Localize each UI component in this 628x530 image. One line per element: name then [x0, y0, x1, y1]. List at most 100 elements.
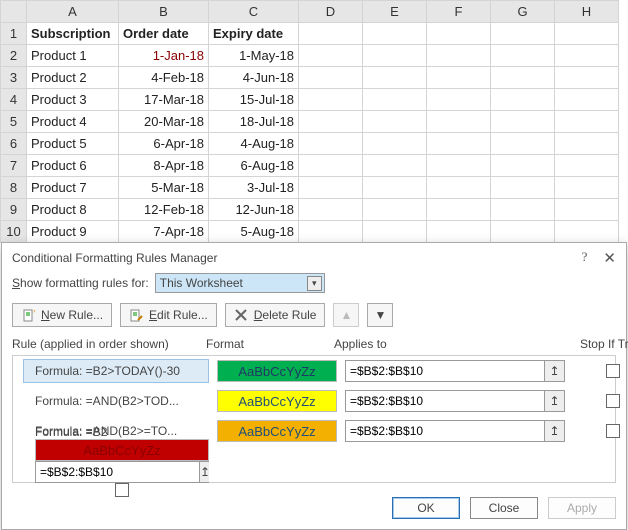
applies-to-field[interactable]: ↥ — [345, 360, 565, 382]
cell[interactable] — [555, 155, 619, 177]
table-row[interactable]: 10Product 97-Apr-185-Aug-18 — [1, 221, 619, 243]
cell[interactable] — [363, 155, 427, 177]
cell-B[interactable]: 17-Mar-18 — [119, 89, 209, 111]
cell-C[interactable]: 5-Aug-18 — [209, 221, 299, 243]
cell[interactable] — [555, 89, 619, 111]
move-up-button[interactable]: ▲ — [333, 303, 359, 327]
cell[interactable] — [299, 89, 363, 111]
cell[interactable] — [299, 199, 363, 221]
cell[interactable] — [555, 199, 619, 221]
range-picker-icon[interactable]: ↥ — [199, 462, 209, 482]
rule-row[interactable]: Formula: =B2>TODAY()-30AaBbCcYyZz↥ — [13, 356, 615, 386]
cell[interactable] — [299, 67, 363, 89]
cell[interactable] — [363, 177, 427, 199]
range-picker-icon[interactable]: ↥ — [544, 391, 564, 411]
cell-C[interactable]: 15-Jul-18 — [209, 89, 299, 111]
cell-A[interactable]: Product 9 — [27, 221, 119, 243]
cell[interactable] — [299, 23, 363, 45]
cell[interactable] — [555, 177, 619, 199]
applies-to-input[interactable] — [346, 391, 544, 411]
cell-C[interactable]: 18-Jul-18 — [209, 111, 299, 133]
column-header-row[interactable]: A B C D E F G H — [1, 1, 619, 23]
cell[interactable] — [491, 45, 555, 67]
move-down-button[interactable]: ▼ — [367, 303, 393, 327]
row-header[interactable]: 5 — [1, 111, 27, 133]
applies-to-field[interactable]: ↥ — [345, 420, 565, 442]
table-row[interactable]: 8Product 75-Mar-183-Jul-18 — [1, 177, 619, 199]
cell-C[interactable]: 1-May-18 — [209, 45, 299, 67]
applies-to-field[interactable]: ↥ — [35, 461, 209, 483]
cell-B[interactable]: 20-Mar-18 — [119, 111, 209, 133]
cell[interactable] — [427, 111, 491, 133]
cell-A[interactable]: Product 5 — [27, 133, 119, 155]
cell[interactable] — [491, 133, 555, 155]
cell-A[interactable]: Product 2 — [27, 67, 119, 89]
cell[interactable] — [299, 45, 363, 67]
table-row[interactable]: 2Product 11-Jan-181-May-18 — [1, 45, 619, 67]
applies-to-input[interactable] — [36, 462, 199, 482]
cell[interactable] — [299, 221, 363, 243]
close-button[interactable]: Close — [470, 497, 538, 519]
cell[interactable] — [491, 23, 555, 45]
cell[interactable] — [363, 199, 427, 221]
cell[interactable] — [491, 89, 555, 111]
cell-A[interactable]: Product 6 — [27, 155, 119, 177]
cell[interactable] — [491, 199, 555, 221]
range-picker-icon[interactable]: ↥ — [544, 421, 564, 441]
row-header[interactable]: 3 — [1, 67, 27, 89]
cell[interactable] — [299, 155, 363, 177]
cell[interactable] — [363, 221, 427, 243]
row-header[interactable]: 8 — [1, 177, 27, 199]
col-header-D[interactable]: D — [299, 1, 363, 23]
rule-row[interactable]: Formula: =B2AaBbCcYyZz↥ — [13, 446, 615, 476]
cell-C1[interactable]: Expiry date — [209, 23, 299, 45]
cell-B[interactable]: 12-Feb-18 — [119, 199, 209, 221]
cell[interactable] — [555, 133, 619, 155]
cell[interactable] — [427, 221, 491, 243]
chevron-down-icon[interactable]: ▾ — [307, 276, 322, 291]
cell[interactable] — [555, 45, 619, 67]
cell[interactable] — [491, 111, 555, 133]
cell-A[interactable]: Product 8 — [27, 199, 119, 221]
cell-C[interactable]: 4-Aug-18 — [209, 133, 299, 155]
stop-if-true-checkbox[interactable] — [115, 483, 129, 497]
cell-B[interactable]: 8-Apr-18 — [119, 155, 209, 177]
cell-C[interactable]: 4-Jun-18 — [209, 67, 299, 89]
table-row[interactable]: 3Product 24-Feb-184-Jun-18 — [1, 67, 619, 89]
col-header-A[interactable]: A — [27, 1, 119, 23]
cell[interactable] — [427, 133, 491, 155]
cell[interactable] — [363, 111, 427, 133]
cell[interactable] — [427, 23, 491, 45]
rule-row[interactable]: Formula: =AND(B2>TOD...AaBbCcYyZz↥ — [13, 386, 615, 416]
cell[interactable] — [427, 45, 491, 67]
applies-to-field[interactable]: ↥ — [345, 390, 565, 412]
apply-button[interactable]: Apply — [548, 497, 616, 519]
row-header[interactable]: 4 — [1, 89, 27, 111]
cell[interactable] — [555, 67, 619, 89]
cell[interactable] — [491, 177, 555, 199]
help-button[interactable]: ? — [582, 249, 588, 267]
cell[interactable] — [363, 23, 427, 45]
cell[interactable] — [363, 89, 427, 111]
select-all-corner[interactable] — [1, 1, 27, 23]
cell-C[interactable]: 3-Jul-18 — [209, 177, 299, 199]
row-header[interactable]: 2 — [1, 45, 27, 67]
cell[interactable] — [427, 67, 491, 89]
cell-B[interactable]: 6-Apr-18 — [119, 133, 209, 155]
col-header-G[interactable]: G — [491, 1, 555, 23]
cell-B1[interactable]: Order date — [119, 23, 209, 45]
ok-button[interactable]: OK — [392, 497, 460, 519]
cell-B[interactable]: 5-Mar-18 — [119, 177, 209, 199]
edit-rule-button[interactable]: Edit Rule... — [120, 303, 217, 327]
cell[interactable] — [427, 89, 491, 111]
table-row[interactable]: 5Product 420-Mar-1818-Jul-18 — [1, 111, 619, 133]
col-header-F[interactable]: F — [427, 1, 491, 23]
row-header[interactable]: 6 — [1, 133, 27, 155]
stop-if-true-checkbox[interactable] — [606, 364, 620, 378]
row-1[interactable]: 1 Subscription Order date Expiry date — [1, 23, 619, 45]
cell-A[interactable]: Product 3 — [27, 89, 119, 111]
cell-A[interactable]: Product 4 — [27, 111, 119, 133]
stop-if-true-checkbox[interactable] — [606, 424, 620, 438]
show-rules-for-select[interactable]: This Worksheet ▾ — [155, 273, 325, 293]
cell[interactable] — [491, 155, 555, 177]
